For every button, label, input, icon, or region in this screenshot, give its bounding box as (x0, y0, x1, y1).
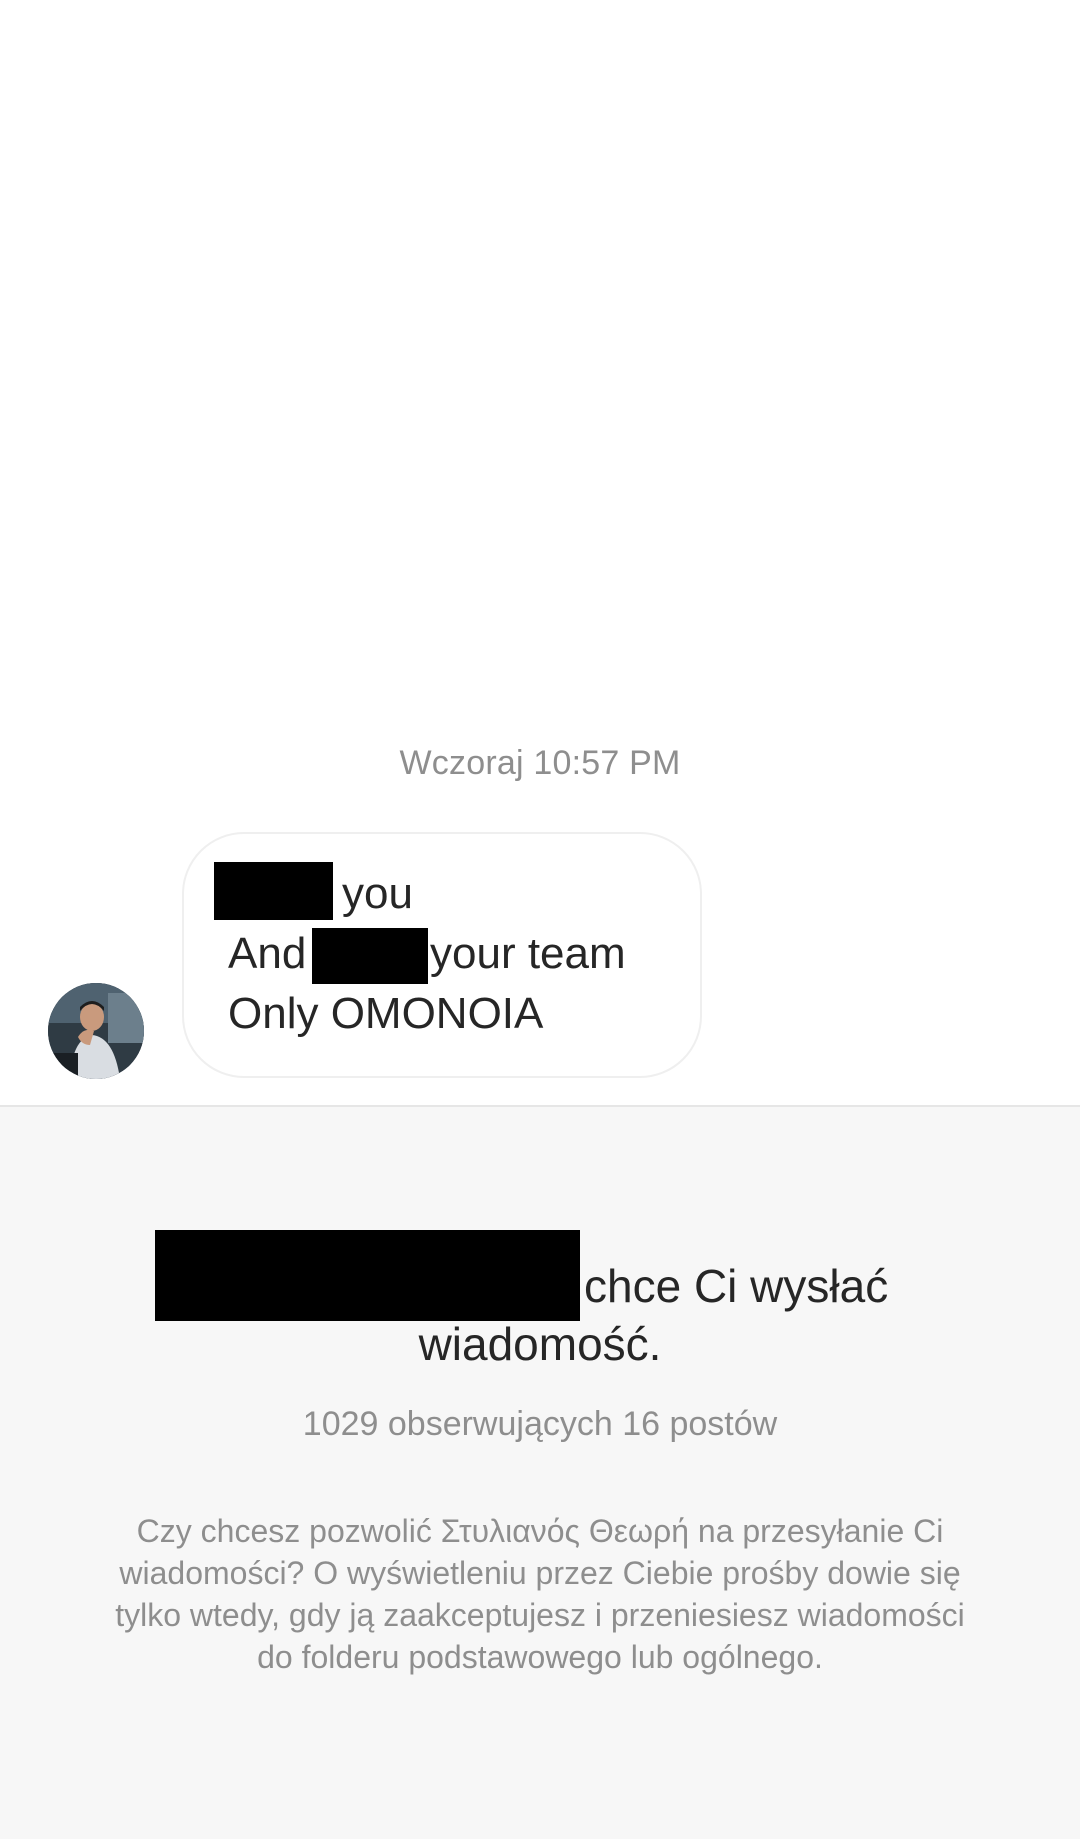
message-request-panel (0, 1107, 1080, 1839)
sender-stats: 1029 obserwujących 16 postów (302, 1405, 778, 1443)
request-description: Czy chcesz pozwolić Στυλιανός Θεωρή na p… (115, 1513, 965, 1675)
profile-photo-icon (48, 983, 144, 1079)
request-title: chce Ci wysłać (584, 1260, 889, 1312)
message-timestamp: Wczoraj 10:57 PM (399, 744, 681, 782)
direct-message-request-screen: Wczoraj 10:57 PM you And your team Only … (0, 0, 1080, 1839)
message-line-2-end: your team (430, 929, 626, 978)
redaction-box (214, 862, 333, 920)
redaction-box (312, 928, 428, 984)
message-line-3: Only OMONOIA (228, 989, 544, 1038)
message-line-2-start: And (228, 929, 307, 978)
request-title-line-2: wiadomość. (418, 1318, 662, 1370)
sender-avatar[interactable] (48, 983, 144, 1079)
redaction-box (155, 1230, 580, 1321)
message-line-1: you (342, 869, 413, 918)
